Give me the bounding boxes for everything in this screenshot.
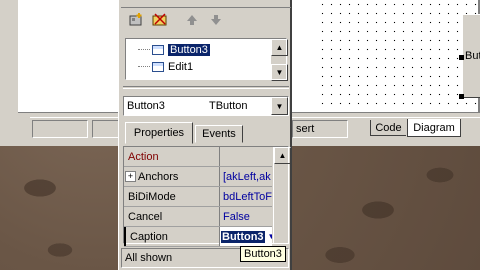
move-down-icon[interactable] (205, 10, 227, 30)
delete-item-icon[interactable] (149, 10, 171, 30)
property-row-anchors[interactable]: + Anchors [akLeft,ak (124, 167, 272, 187)
tooltip-text: Button3 (244, 248, 282, 260)
move-up-icon[interactable] (181, 10, 203, 30)
property-row-action[interactable]: Action (124, 147, 272, 167)
property-value[interactable]: False (220, 207, 272, 226)
dropdown-arrow-icon[interactable]: ▼ (265, 232, 272, 241)
property-name: BiDiMode (124, 187, 220, 206)
property-value[interactable]: [akLeft,ak (220, 167, 272, 186)
designed-button[interactable]: Button3 (462, 14, 480, 98)
status-panel-insert: sert (292, 120, 348, 138)
property-row-cancel[interactable]: Cancel False (124, 207, 272, 227)
toolbar-separator (173, 10, 179, 32)
caption-editor[interactable]: Button3 ▼ (220, 227, 272, 246)
tab-properties[interactable]: Properties (125, 122, 193, 144)
caption-edit-text[interactable]: Button3 (221, 230, 265, 243)
property-name: Action (124, 147, 220, 166)
property-name: Cancel (124, 207, 220, 226)
property-grid[interactable]: Action + Anchors [akLeft,ak BiDiMode bdL… (123, 146, 291, 247)
object-inspector: Button3 Edit1 ▲ ▼ Button3 TButton ▼ Prop… (118, 0, 292, 270)
property-scrollbar[interactable]: ▲ (273, 147, 291, 243)
inspector-top-edge (121, 0, 291, 8)
tab-events-label: Events (202, 128, 236, 140)
property-value[interactable] (220, 147, 272, 166)
caption-tooltip: Button3 (240, 246, 286, 262)
edit-node-icon (152, 61, 164, 72)
property-value[interactable]: bdLeftToF (220, 187, 272, 206)
tab-code[interactable]: Code (370, 120, 406, 136)
tree-item-label: Button3 (168, 43, 210, 56)
tree-toolbar (125, 10, 245, 32)
selector-type: TButton (209, 100, 248, 112)
status-insert-text: sert (296, 123, 315, 135)
designed-button-label: Button3 (465, 50, 480, 62)
new-item-icon[interactable] (125, 10, 147, 30)
form-grid (318, 0, 480, 110)
tab-properties-label: Properties (133, 127, 185, 139)
property-row-bidimode[interactable]: BiDiMode bdLeftToF (124, 187, 272, 207)
property-row-caption[interactable]: Caption Button3 ▼ (124, 227, 272, 247)
tree-scrollbar[interactable]: ▲ ▼ (271, 39, 288, 81)
property-name: Anchors (138, 170, 179, 183)
tree-item-label: Edit1 (168, 60, 194, 73)
tab-diagram-label: Diagram (413, 121, 455, 134)
scroll-up-icon[interactable]: ▲ (271, 39, 288, 56)
scroll-up-icon[interactable]: ▲ (274, 147, 291, 164)
selection-handle[interactable] (459, 94, 464, 99)
component-selector[interactable]: Button3 TButton ▼ (123, 96, 289, 116)
component-tree[interactable]: Button3 Edit1 ▲ ▼ (125, 38, 288, 81)
tree-list: Button3 Edit1 (126, 41, 270, 75)
tree-connector (138, 66, 150, 67)
tree-connector (138, 49, 150, 50)
scroll-down-icon[interactable]: ▼ (271, 64, 288, 81)
tab-events[interactable]: Events (195, 125, 243, 143)
tree-item-edit1[interactable]: Edit1 (126, 58, 270, 75)
splitter[interactable] (123, 86, 289, 89)
status-panel-position (32, 120, 88, 138)
tab-code-label: Code (375, 121, 402, 134)
inspector-status-text: All shown (125, 252, 173, 264)
property-name: Caption (124, 227, 220, 246)
chevron-down-icon[interactable]: ▼ (271, 97, 288, 115)
tab-diagram[interactable]: Diagram (407, 119, 461, 137)
scroll-track[interactable] (271, 56, 286, 64)
tree-item-button3[interactable]: Button3 (126, 41, 270, 58)
button-node-icon (152, 44, 164, 55)
property-list: Action + Anchors [akLeft,ak BiDiMode bdL… (124, 147, 272, 247)
selector-name: Button3 (127, 100, 165, 112)
inspector-tabs: Properties Events (123, 122, 289, 144)
property-name-cell: + Anchors (124, 167, 220, 186)
expand-plus-icon[interactable]: + (125, 171, 136, 182)
selection-handle[interactable] (459, 55, 464, 60)
